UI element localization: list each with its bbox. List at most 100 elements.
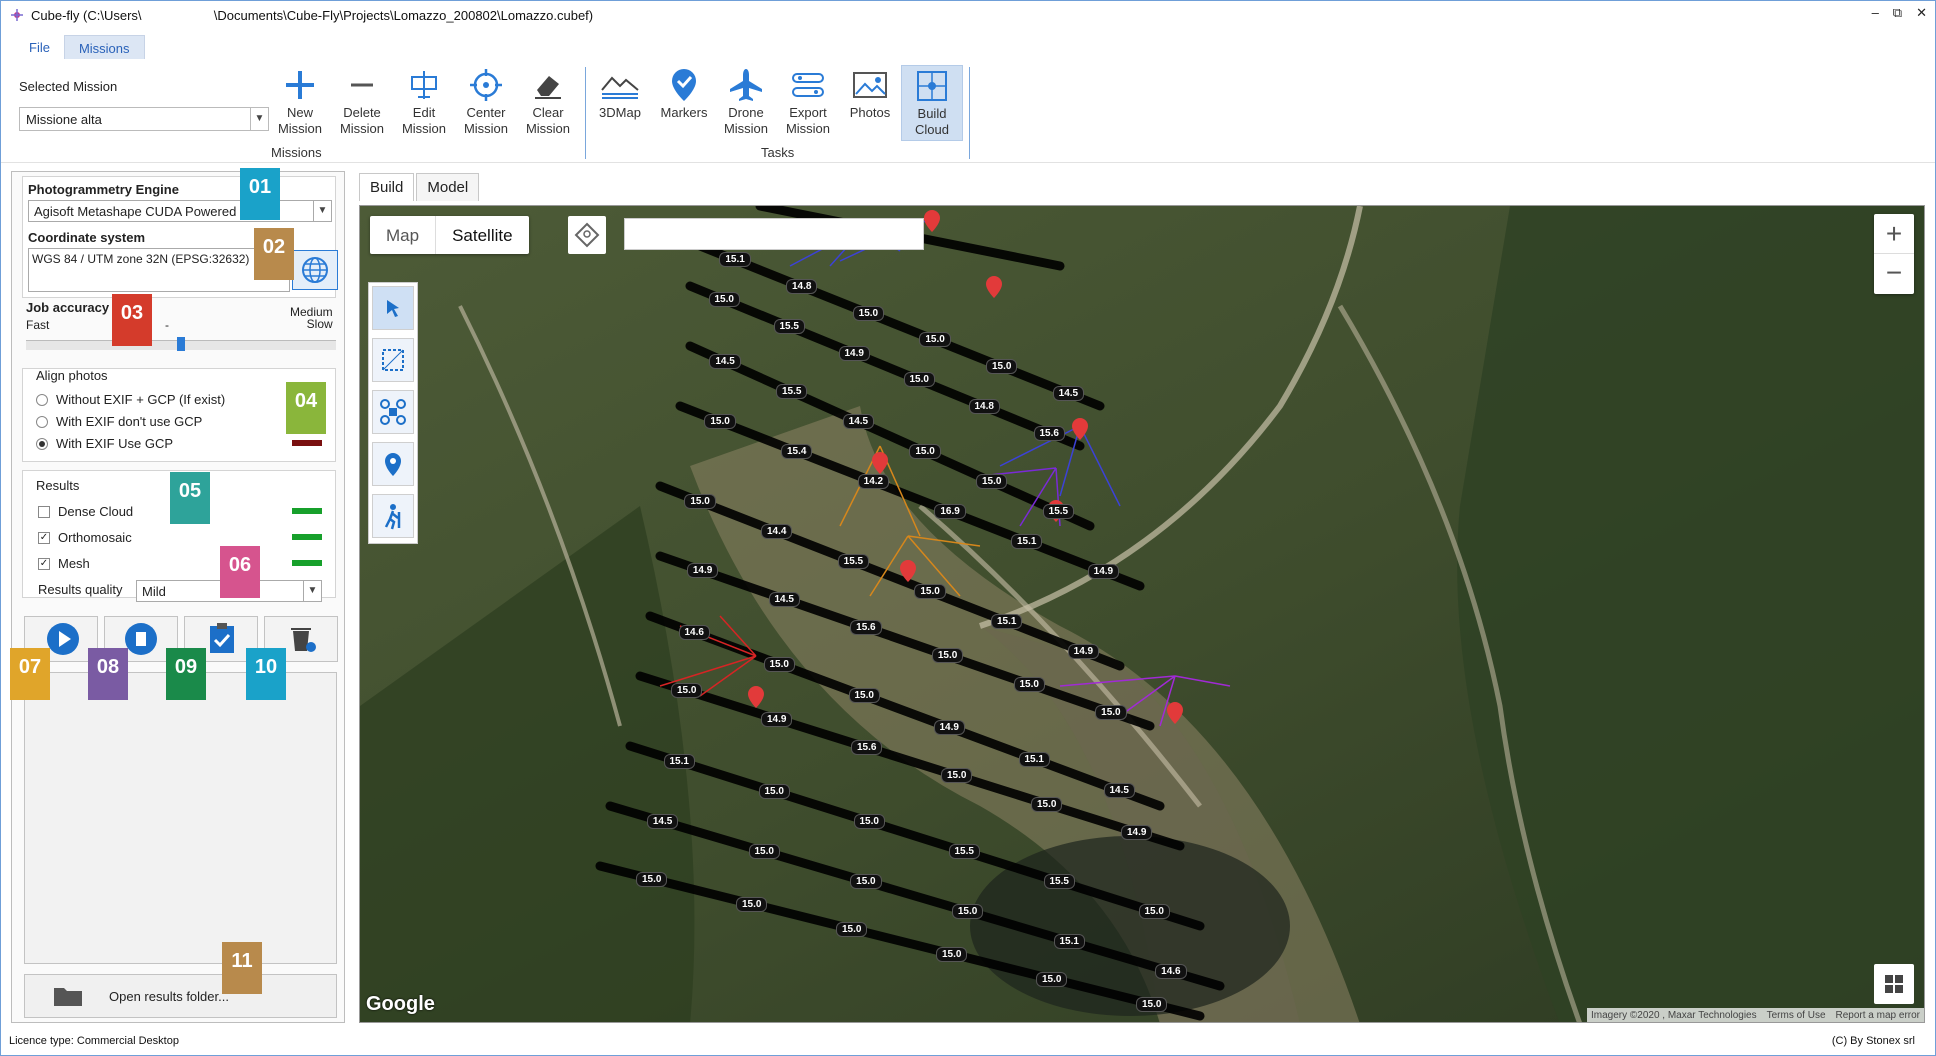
drone-tool-button[interactable]	[372, 390, 414, 434]
area-tool-button[interactable]	[372, 338, 414, 382]
waypoint-altitude-label[interactable]: 15.5	[776, 384, 808, 399]
waypoint-altitude-label[interactable]: 15.0	[852, 305, 885, 321]
walk-tool-button[interactable]	[372, 494, 414, 538]
waypoint-altitude-label[interactable]: 14.6	[678, 624, 710, 640]
build-log-area[interactable]	[24, 672, 337, 964]
waypoint-altitude-label[interactable]: 15.0	[976, 474, 1008, 489]
waypoint-altitude-label[interactable]: 15.0	[903, 372, 935, 388]
map-type-map-button[interactable]: Map	[370, 216, 437, 254]
waypoint-altitude-label[interactable]: 15.0	[748, 844, 780, 859]
select-tool-button[interactable]	[372, 286, 414, 330]
restore-button[interactable]: ⧉	[1893, 5, 1902, 21]
menu-tab-missions[interactable]: Missions	[63, 35, 145, 59]
waypoint-altitude-label[interactable]: 15.0	[931, 648, 964, 664]
waypoint-altitude-label[interactable]: 14.9	[686, 563, 719, 579]
waypoint-altitude-label[interactable]: 15.5	[1042, 504, 1075, 519]
waypoint-altitude-label[interactable]: 14.9	[933, 719, 965, 735]
waypoint-altitude-label[interactable]: 14.5	[1103, 783, 1135, 799]
edit-mission-button[interactable]: Edit Mission	[393, 65, 455, 141]
waypoint-altitude-label[interactable]: 14.6	[1155, 964, 1187, 979]
delete-mission-button[interactable]: Delete Mission	[331, 65, 393, 141]
search-places-button[interactable]	[568, 216, 606, 254]
waypoint-altitude-label[interactable]: 15.0	[1013, 676, 1045, 692]
accuracy-slider-thumb[interactable]	[177, 337, 185, 351]
waypoint-altitude-label[interactable]: 14.4	[761, 524, 793, 539]
waypoint-altitude-label[interactable]: 15.1	[1011, 534, 1043, 549]
3dmap-button[interactable]: 3DMap	[589, 65, 651, 141]
waypoint-altitude-label[interactable]: 15.0	[951, 904, 984, 919]
waypoint-altitude-label[interactable]: 15.1	[663, 754, 695, 769]
drone-mission-button[interactable]: Drone Mission	[715, 65, 777, 141]
waypoint-altitude-label[interactable]: 15.6	[850, 619, 882, 635]
waypoint-altitude-label[interactable]: 15.5	[1043, 874, 1075, 889]
waypoint-altitude-label[interactable]: 15.5	[773, 319, 805, 334]
dense-cloud-checkbox[interactable]: Dense Cloud	[38, 504, 133, 519]
accuracy-slider-track[interactable]	[26, 337, 336, 351]
waypoint-altitude-label[interactable]: 15.0	[919, 332, 951, 348]
waypoint-altitude-label[interactable]: 14.9	[1121, 824, 1153, 840]
waypoint-altitude-label[interactable]: 14.9	[1067, 644, 1100, 659]
zoom-out-button[interactable]: −	[1874, 254, 1914, 294]
waypoint-altitude-label[interactable]: 15.0	[986, 359, 1018, 374]
align-radio-without-exif[interactable]: Without EXIF + GCP (If exist)	[36, 392, 225, 407]
minimize-button[interactable]: –	[1872, 5, 1879, 21]
align-radio-exif-gcp[interactable]: With EXIF Use GCP	[36, 436, 173, 451]
map-type-satellite-button[interactable]: Satellite	[436, 216, 528, 254]
menu-tab-file[interactable]: File	[15, 35, 64, 59]
waypoint-altitude-label[interactable]: 15.1	[1053, 934, 1085, 949]
waypoint-altitude-label[interactable]: 14.5	[1052, 385, 1085, 401]
orthomosaic-checkbox[interactable]: ✓ Orthomosaic	[38, 530, 132, 545]
center-mission-button[interactable]: Center Mission	[455, 65, 517, 141]
waypoint-altitude-label[interactable]: 14.9	[1087, 564, 1120, 579]
align-radio-exif-no-gcp[interactable]: With EXIF don't use GCP	[36, 414, 202, 429]
waypoint-altitude-label[interactable]: 15.0	[671, 683, 703, 699]
waypoint-altitude-label[interactable]: 15.0	[853, 814, 885, 829]
select-crs-button[interactable]	[292, 250, 338, 290]
export-mission-button[interactable]: Export Mission	[777, 65, 839, 141]
waypoint-altitude-label[interactable]: 14.2	[857, 474, 890, 489]
map-layers-button[interactable]	[1874, 964, 1914, 1004]
waypoint-altitude-label[interactable]: 15.0	[736, 896, 768, 912]
waypoint-altitude-label[interactable]: 14.5	[768, 591, 800, 607]
marker-tool-button[interactable]	[372, 442, 414, 486]
build-cloud-button[interactable]: Build Cloud	[901, 65, 963, 141]
open-results-folder-button[interactable]: Open results folder...	[24, 974, 337, 1018]
waypoint-altitude-label[interactable]: 15.6	[1033, 425, 1065, 441]
waypoint-altitude-label[interactable]: 15.0	[941, 768, 973, 784]
tab-build[interactable]: Build	[359, 173, 415, 201]
waypoint-altitude-label[interactable]: 14.8	[786, 279, 818, 294]
waypoint-altitude-label[interactable]: 15.1	[719, 252, 751, 268]
waypoint-altitude-label[interactable]: 15.5	[837, 554, 870, 569]
waypoint-altitude-label[interactable]: 16.9	[934, 504, 966, 519]
waypoint-altitude-label[interactable]: 14.9	[838, 345, 870, 361]
waypoint-altitude-label[interactable]: 15.0	[836, 921, 868, 937]
waypoint-altitude-label[interactable]: 15.0	[909, 444, 941, 459]
waypoint-altitude-label[interactable]: 14.5	[842, 414, 875, 429]
waypoint-altitude-label[interactable]: 15.4	[781, 444, 813, 459]
zoom-in-button[interactable]: +	[1874, 214, 1914, 254]
photos-button[interactable]: Photos	[839, 65, 901, 141]
markers-button[interactable]: Markers	[653, 65, 715, 141]
waypoint-altitude-label[interactable]: 15.0	[708, 292, 740, 308]
waypoint-altitude-label[interactable]: 15.0	[850, 874, 882, 889]
waypoint-altitude-label[interactable]: 15.6	[851, 739, 883, 755]
selected-mission-dropdown[interactable]: Missione alta ▼	[19, 107, 269, 131]
terms-of-use-link[interactable]: Terms of Use	[1767, 1010, 1826, 1021]
coordinate-system-field[interactable]: WGS 84 / UTM zone 32N (EPSG:32632)	[28, 248, 290, 292]
waypoint-altitude-label[interactable]: 15.1	[1018, 751, 1050, 767]
mesh-checkbox[interactable]: ✓ Mesh	[38, 556, 90, 571]
clear-mission-button[interactable]: Clear Mission	[517, 65, 579, 141]
waypoint-altitude-label[interactable]: 14.9	[761, 711, 793, 727]
waypoint-altitude-label[interactable]: 15.1	[991, 614, 1023, 629]
waypoint-altitude-label[interactable]: 15.0	[1095, 704, 1127, 720]
waypoint-altitude-label[interactable]: 14.5	[646, 814, 679, 829]
waypoint-altitude-label[interactable]: 15.0	[763, 656, 795, 672]
waypoint-altitude-label[interactable]: 15.0	[914, 584, 946, 599]
waypoint-altitude-label[interactable]: 15.0	[636, 871, 668, 887]
waypoint-altitude-label[interactable]: 14.5	[709, 354, 741, 369]
waypoint-altitude-label[interactable]: 14.8	[968, 399, 1000, 414]
close-button[interactable]: ✕	[1916, 5, 1927, 21]
waypoint-altitude-label[interactable]: 15.0	[936, 946, 968, 962]
waypoint-altitude-label[interactable]: 15.0	[704, 414, 736, 429]
waypoint-altitude-label[interactable]: 15.0	[1031, 796, 1063, 812]
